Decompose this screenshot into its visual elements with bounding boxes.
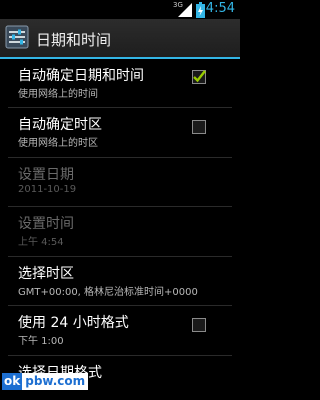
status-bar: 3G 4:54: [0, 0, 240, 19]
setting-subtitle: 上午 4:54: [18, 237, 64, 248]
setting-24-hour-format[interactable]: 使用 24 小时格式 下午 1:00: [0, 306, 240, 355]
settings-icon[interactable]: [5, 25, 29, 49]
setting-select-timezone[interactable]: 选择时区 GMT+00:00, 格林尼治标准时间+0000: [0, 257, 240, 305]
setting-title: 自动确定日期和时间: [18, 68, 144, 84]
watermark-logo: ok pbw.com: [2, 373, 89, 390]
checkbox-checked-icon[interactable]: [192, 70, 206, 84]
setting-subtitle: 下午 1:00: [18, 336, 64, 347]
setting-title: 使用 24 小时格式: [18, 315, 129, 331]
setting-title: 自动确定时区: [18, 117, 102, 133]
setting-title: 选择时区: [18, 266, 74, 282]
setting-subtitle: 2011-10-19: [18, 184, 77, 195]
setting-set-time[interactable]: 设置时间 上午 4:54: [0, 207, 240, 256]
battery-charging-icon: [196, 2, 205, 18]
setting-title: 设置日期: [18, 167, 74, 183]
checkbox-unchecked-icon[interactable]: [192, 318, 206, 332]
setting-subtitle: GMT+00:00, 格林尼治标准时间+0000: [18, 287, 198, 298]
clock-time: 4:54: [205, 1, 235, 16]
watermark-prefix: ok: [2, 373, 23, 390]
setting-subtitle: 使用网络上的时间: [18, 89, 98, 100]
setting-auto-date-time[interactable]: 自动确定日期和时间 使用网络上的时间: [0, 59, 240, 107]
setting-title: 设置时间: [18, 216, 74, 232]
action-bar: 日期和时间: [0, 19, 240, 57]
watermark-site: pbw.com: [22, 373, 89, 390]
signal-icon: [178, 3, 192, 17]
setting-subtitle: 使用网络上的时区: [18, 138, 98, 149]
checkbox-unchecked-icon[interactable]: [192, 120, 206, 134]
setting-auto-timezone[interactable]: 自动确定时区 使用网络上的时区: [0, 108, 240, 157]
setting-set-date[interactable]: 设置日期 2011-10-19: [0, 158, 240, 206]
page-title: 日期和时间: [36, 31, 112, 49]
